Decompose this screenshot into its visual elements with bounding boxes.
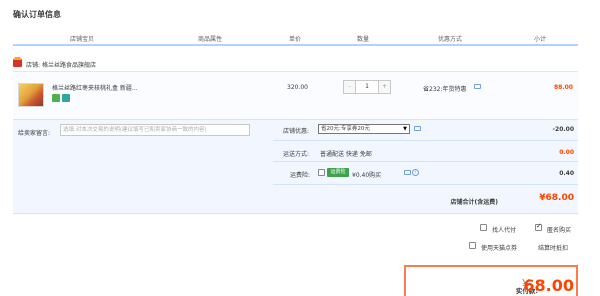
quantity-stepper: - 1 + <box>343 80 391 94</box>
insurance-amount: 0.40 <box>559 170 574 177</box>
insurance-badge: 运费险 <box>327 168 349 177</box>
message-label: 给卖家留言: <box>18 130 51 137</box>
header-divider <box>13 44 578 46</box>
service-badge-icon <box>52 94 60 102</box>
shop-icon <box>13 57 22 67</box>
shipping-amount: 0.00 <box>559 149 574 156</box>
payment-total: 68.00 <box>523 276 574 295</box>
col-header-price: 单价 <box>289 36 302 43</box>
col-header-item: 店铺宝贝 <box>70 36 95 43</box>
anonymous-checkbox[interactable] <box>535 222 542 231</box>
shop-promo-select[interactable]: 省20元:专享券20元 ▼ <box>318 124 410 134</box>
insurance-label: 运费险: <box>290 172 311 179</box>
insurance-price: ¥0.40购买 <box>352 172 382 179</box>
col-header-attributes: 商品属性 <box>198 36 223 43</box>
row-divider <box>273 161 578 162</box>
anonymous-label: 匿名购买 <box>547 227 572 234</box>
shop-prefix: 店铺: <box>26 62 41 69</box>
row-divider <box>273 140 578 141</box>
product-thumbnail[interactable] <box>18 83 44 107</box>
item-subtotal: 88.00 <box>554 84 573 91</box>
shop-total-value: ¥68.00 <box>539 193 574 203</box>
shop-promo-selected: 省20元:专享券20元 <box>321 126 370 132</box>
item-promotion: 省232:年货特惠 <box>423 86 467 93</box>
quantity-increase-button[interactable]: + <box>378 81 390 93</box>
shop-name-link[interactable]: 格兰丝路食品旗舰店 <box>42 62 96 69</box>
proxy-pay-label: 找人代付 <box>492 227 517 234</box>
product-name-link[interactable]: 格兰丝路红枣夹核桃礼盒 新疆... <box>52 83 138 92</box>
points-label: 使用天猫点券 <box>481 245 518 252</box>
quantity-input[interactable]: 1 <box>356 81 378 93</box>
page-title: 确认订单信息 <box>13 10 61 19</box>
shipping-label: 运送方式: <box>283 151 310 158</box>
cart-item-row <box>13 71 578 119</box>
points-status: 结算时抵扣 <box>538 245 569 252</box>
unit-price: 320.00 <box>287 84 308 91</box>
chat-icon[interactable] <box>474 84 481 89</box>
row-divider <box>273 184 578 185</box>
shop-label: 店铺: 格兰丝路食品旗舰店 <box>26 60 96 69</box>
message-input[interactable]: 选填:对本次交易的说明(建议填写已和卖家协商一致的内容) <box>60 124 250 136</box>
guarantee-badge-icon <box>62 94 70 102</box>
shop-promo-amount: -20.00 <box>552 126 574 133</box>
quantity-decrease-button[interactable]: - <box>344 81 356 93</box>
shop-total-label: 店铺合计(含运费) <box>450 199 499 206</box>
col-header-quantity: 数量 <box>357 36 370 43</box>
proxy-pay-checkbox[interactable] <box>480 224 487 231</box>
points-checkbox[interactable] <box>469 242 476 249</box>
promo-info-icon[interactable] <box>414 126 421 131</box>
shop-promo-label: 店铺优惠: <box>283 128 310 135</box>
insurance-info-icon[interactable] <box>404 170 411 175</box>
col-header-subtotal: 小计 <box>534 36 547 43</box>
help-icon[interactable]: ? <box>412 169 419 176</box>
col-header-promotion: 优惠方式 <box>438 36 463 43</box>
insurance-checkbox[interactable] <box>318 169 325 176</box>
shipping-method: 普通配送 快递 免邮 <box>320 151 372 158</box>
dropdown-arrow-icon: ▼ <box>403 126 407 132</box>
